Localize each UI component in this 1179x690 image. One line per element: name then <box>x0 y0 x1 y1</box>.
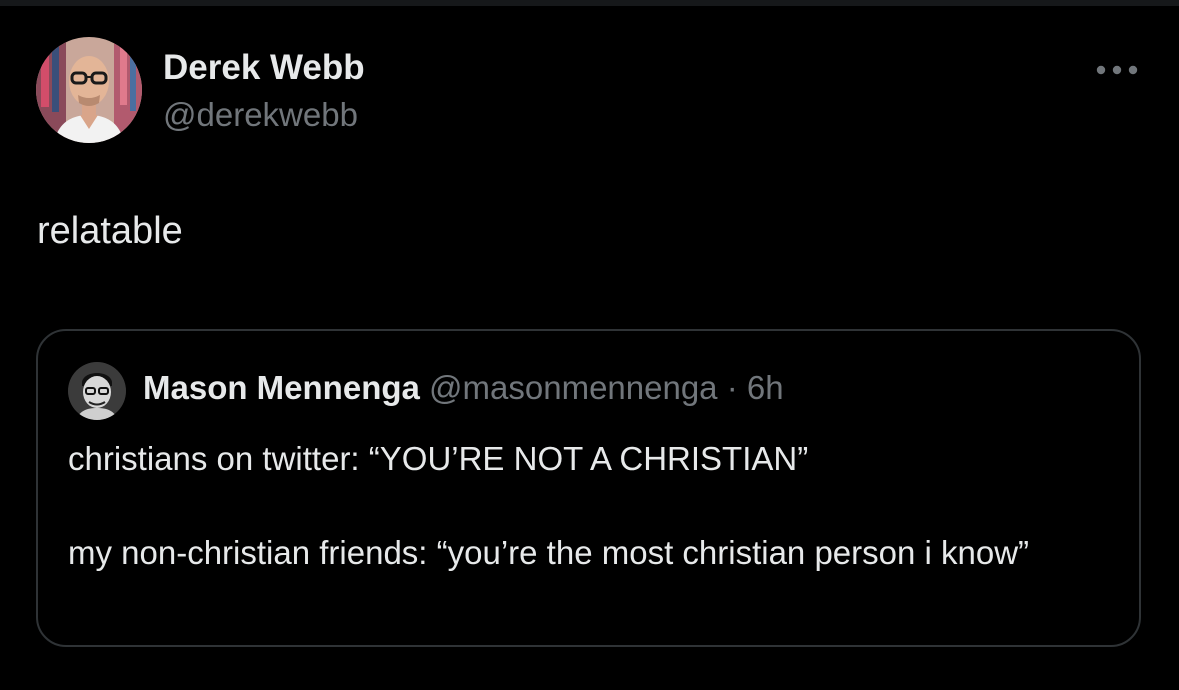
more-options-button[interactable] <box>1090 56 1144 84</box>
quoted-author-name[interactable]: Mason Mennenga <box>143 369 420 406</box>
quoted-author-handle[interactable]: @masonmennenga <box>429 369 718 406</box>
tweet-text: relatable <box>37 210 183 252</box>
quoted-tweet-text: christians on twitter: “YOU’RE NOT A CHR… <box>68 435 1113 576</box>
author-avatar[interactable] <box>36 37 142 143</box>
header-separator: · <box>726 369 738 406</box>
quoted-tweet-line: christians on twitter: “YOU’RE NOT A CHR… <box>68 440 809 477</box>
author-avatar-image <box>36 37 142 143</box>
author-handle[interactable]: @derekwebb <box>163 96 358 134</box>
quoted-tweet-card[interactable]: Mason Mennenga @masonmennenga · 6h chris… <box>36 329 1141 647</box>
quoted-tweet-time[interactable]: 6h <box>747 369 784 406</box>
quoted-author-avatar-image <box>68 362 126 420</box>
author-name[interactable]: Derek Webb <box>163 48 365 88</box>
quoted-tweet-header: Mason Mennenga @masonmennenga · 6h <box>143 369 784 407</box>
quoted-author-avatar[interactable] <box>68 362 126 420</box>
quoted-tweet-line: my non-christian friends: “you’re the mo… <box>68 534 1030 571</box>
tweet: Derek Webb @derekwebb relatable Mason Me… <box>0 0 1179 690</box>
more-horizontal-icon <box>1096 65 1138 75</box>
